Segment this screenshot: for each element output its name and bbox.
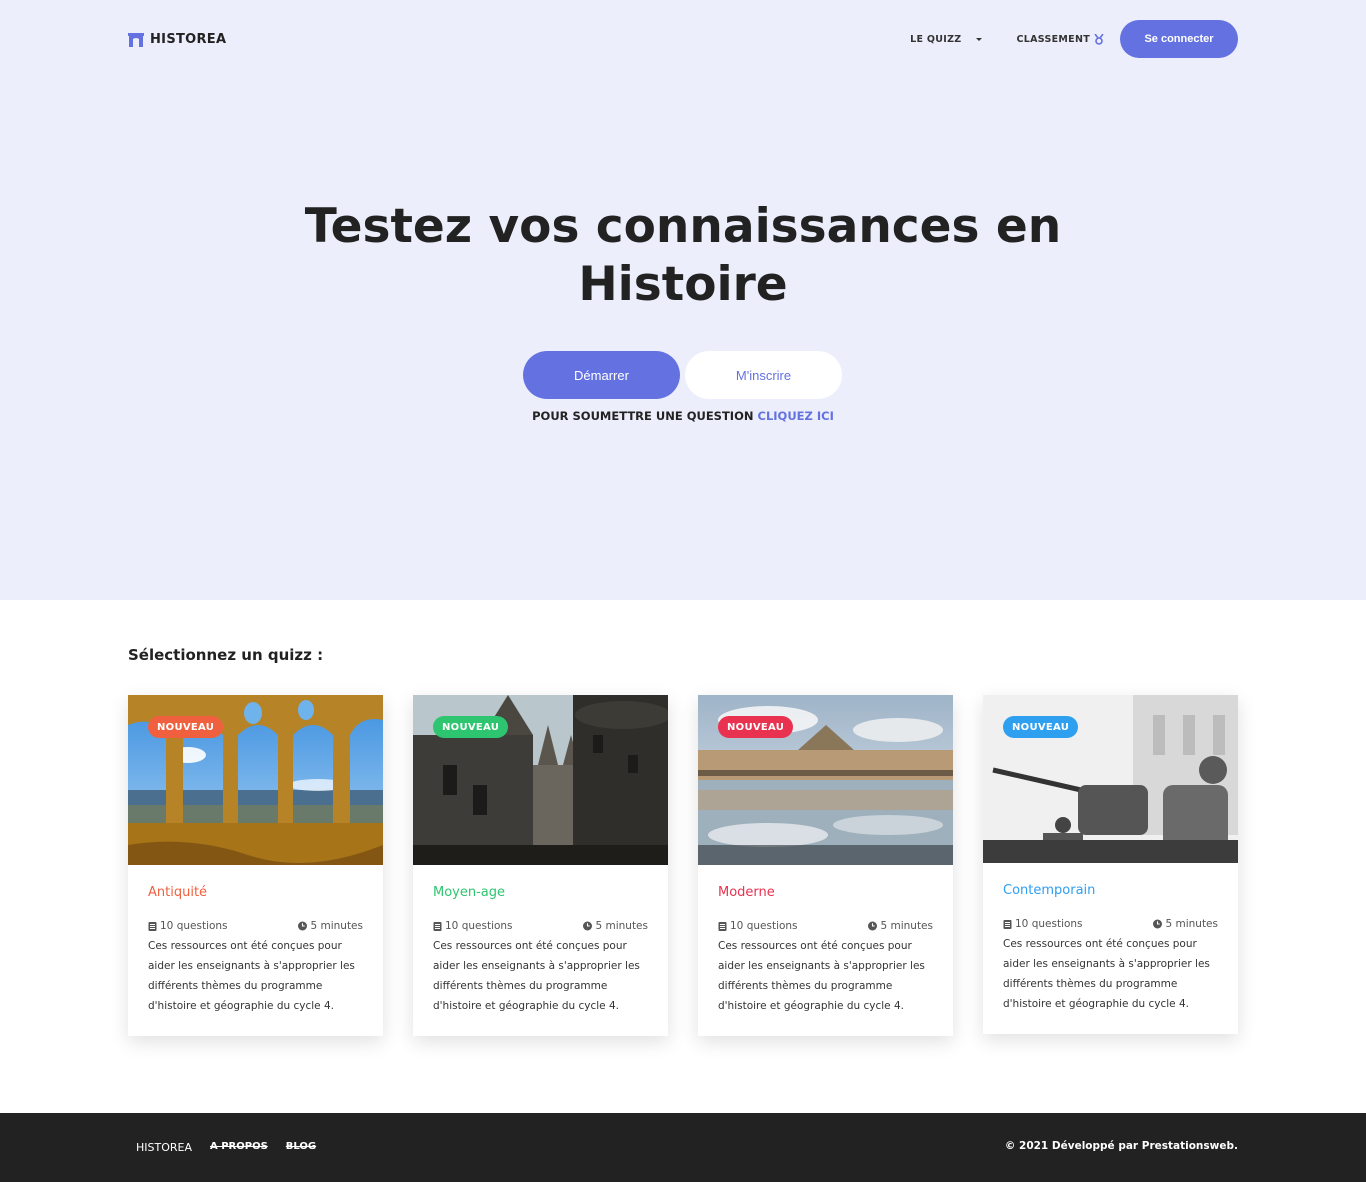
main-nav: LE QUIZZ CLASSEMENT Se connecter [910,20,1238,58]
quiz-duration: 5 minutes [1153,918,1218,930]
quiz-duration-label: 5 minutes [880,920,933,932]
clipboard-icon [718,922,727,931]
card-title: Antiquité [148,885,208,900]
hero-title-line1: Testez vos connaissances en [304,199,1062,254]
card-title: Contemporain [1003,883,1096,898]
card-image-antiquite: NOUVEAU [128,695,383,865]
quiz-duration: 5 minutes [868,920,933,932]
card-description: Ces ressources ont été conçues pour aide… [433,940,640,1012]
clock-icon [298,921,308,931]
clock-icon [1153,919,1163,929]
hero-title: Testez vos connaissances en Histoire [0,198,1366,314]
card-description: Ces ressources ont été conçues pour aide… [148,940,355,1012]
card-body: Antiquité 10 questions 5 minutes Ces res… [128,865,383,1036]
footer-link-blog[interactable]: BLOG [286,1141,316,1154]
questions-count-label: 10 questions [1015,918,1083,930]
quiz-duration-label: 5 minutes [310,920,363,932]
footer-link-a-propos[interactable]: A PROPOS [210,1141,268,1154]
card-body: Contemporain 10 questions 5 minutes Ces … [983,863,1238,1034]
card-meta: 10 questions 5 minutes [433,920,648,932]
card-meta: 10 questions 5 minutes [148,920,363,932]
quiz-card-antiquite[interactable]: NOUVEAU Antiquité 10 questions 5 minutes… [128,695,383,1036]
clipboard-icon [148,922,157,931]
hero-section: HISTOREA LE QUIZZ CLASSEMENT Se connecte… [0,0,1366,600]
nav-le-quizz-dropdown[interactable]: LE QUIZZ [910,33,982,45]
questions-count-label: 10 questions [730,920,798,932]
footer-link-historea[interactable]: HISTOREA [136,1141,192,1154]
quiz-section-title: Sélectionnez un quizz : [128,646,324,664]
quiz-card-moderne[interactable]: NOUVEAU Moderne 10 questions 5 minutes C… [698,695,953,1036]
card-meta: 10 questions 5 minutes [1003,918,1218,930]
footer-links: HISTOREA A PROPOS BLOG [136,1141,316,1154]
card-image-moyen-age: NOUVEAU [413,695,668,865]
quiz-duration-label: 5 minutes [595,920,648,932]
clipboard-icon [1003,920,1012,929]
arch-logo-icon [128,32,144,47]
card-body: Moderne 10 questions 5 minutes Ces resso… [698,865,953,1036]
questions-count: 10 questions [148,920,228,932]
submit-question-link[interactable]: CLIQUEZ ICI [758,409,834,423]
card-body: Moyen-age 10 questions 5 minutes Ces res… [413,865,668,1036]
card-description: Ces ressources ont été conçues pour aide… [718,940,925,1012]
quiz-card-moyen-age[interactable]: NOUVEAU Moyen-age 10 questions 5 minutes… [413,695,668,1036]
connect-button[interactable]: Se connecter [1120,20,1238,58]
questions-count-label: 10 questions [160,920,228,932]
new-badge: NOUVEAU [718,716,794,738]
nav-le-quizz-label: LE QUIZZ [910,33,962,45]
clipboard-icon [433,922,442,931]
new-badge: NOUVEAU [433,716,509,738]
card-description: Ces ressources ont été conçues pour aide… [1003,938,1210,1010]
quiz-duration: 5 minutes [298,920,363,932]
new-badge: NOUVEAU [1003,716,1079,738]
card-meta: 10 questions 5 minutes [718,920,933,932]
questions-count-label: 10 questions [445,920,513,932]
nav-classement-label: CLASSEMENT [1016,33,1090,45]
card-image-moderne: NOUVEAU [698,695,953,865]
medal-icon [1094,33,1104,45]
submit-question-text: POUR SOUMETTRE UNE QUESTION [532,409,754,423]
questions-count: 10 questions [433,920,513,932]
card-title: Moyen-age [433,885,506,900]
logo-text: HISTOREA [150,32,227,47]
footer: HISTOREA A PROPOS BLOG © 2021 Développé … [0,1113,1366,1182]
questions-count: 10 questions [718,920,798,932]
quiz-duration-label: 5 minutes [1165,918,1218,930]
new-badge: NOUVEAU [148,716,224,738]
questions-count: 10 questions [1003,918,1083,930]
start-button[interactable]: Démarrer [523,351,680,399]
quiz-duration: 5 minutes [583,920,648,932]
card-title: Moderne [718,885,775,900]
footer-copyright: © 2021 Développé par Prestationsweb. [1004,1140,1238,1152]
submit-question-line: POUR SOUMETTRE UNE QUESTION CLIQUEZ ICI [0,409,1366,423]
logo[interactable]: HISTOREA [128,32,226,47]
nav-classement[interactable]: CLASSEMENT [1016,33,1105,45]
card-image-contemporain: NOUVEAU [983,695,1238,863]
register-button[interactable]: M'inscrire [685,351,842,399]
hero-title-line2: Histoire [578,257,788,312]
clock-icon [868,921,878,931]
clock-icon [583,921,593,931]
hero-buttons: Démarrer M'inscrire [523,351,842,399]
quiz-card-contemporain[interactable]: NOUVEAU Contemporain 10 questions 5 minu… [983,695,1238,1034]
caret-down-icon [975,37,982,41]
